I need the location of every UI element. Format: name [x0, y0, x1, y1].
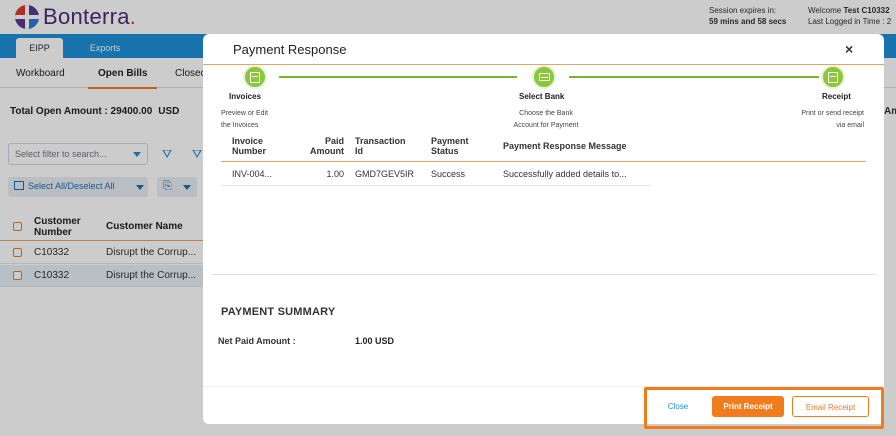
cell-invoice: INV-004... [232, 169, 273, 179]
table-row: INV-004... 1.00 GMD7GEV5IR Success Succe… [221, 162, 651, 186]
payment-response-modal: Payment Response × Invoices Preview or E… [203, 34, 884, 424]
step-receipt [821, 65, 845, 89]
step-desc-receipt: Print or send receipt via email [801, 110, 864, 129]
invoice-icon [250, 71, 260, 83]
close-icon[interactable]: × [845, 41, 853, 57]
col-transaction-id: Transaction Id [355, 136, 406, 156]
close-button[interactable]: Close [658, 396, 698, 417]
summary-divider [211, 274, 876, 275]
col-paid-amount: Paid Amount [310, 136, 344, 156]
cell-response-message: Successfully added details to... [503, 169, 627, 179]
step-label-invoices: Invoices [229, 92, 262, 101]
cell-paid-amount: 1.00 [326, 169, 344, 179]
step-invoices [243, 65, 267, 89]
col-response-message: Payment Response Message [503, 141, 627, 151]
modal-title: Payment Response [233, 42, 347, 57]
col-invoice-number: Invoice Number [232, 136, 267, 156]
step-label-select-bank: Select Bank [519, 92, 565, 101]
step-connector [569, 76, 819, 78]
cell-payment-status: Success [431, 169, 466, 179]
payment-summary-title: PAYMENT SUMMARY [221, 306, 336, 318]
step-select-bank [532, 65, 556, 89]
net-paid-label: Net Paid Amount : [218, 336, 296, 346]
print-receipt-button[interactable]: Print Receipt [712, 396, 784, 417]
receipt-icon [828, 71, 838, 83]
step-connector [279, 76, 517, 78]
net-paid-value: 1.00 USD [355, 336, 395, 346]
step-desc-invoices: Preview or Edit the Invoices [221, 110, 269, 129]
table-header: Invoice Number Paid Amount Transaction I… [221, 131, 866, 162]
step-label-receipt: Receipt [822, 92, 851, 101]
step-desc-select-bank: Choose the Bank Account for Payment [513, 110, 579, 129]
cell-transaction-id: GMD7GEV5IR [355, 169, 415, 179]
email-receipt-button[interactable]: Email Receipt [792, 396, 869, 417]
bank-card-icon [538, 73, 550, 81]
col-payment-status: Payment Status [431, 136, 469, 156]
